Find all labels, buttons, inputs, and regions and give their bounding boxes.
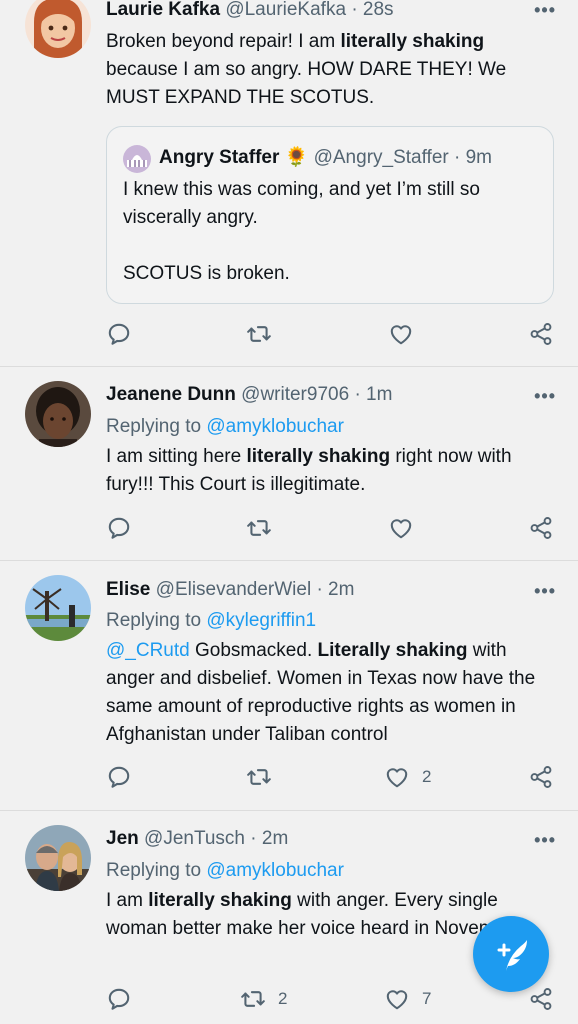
display-name[interactable]: Elise: [106, 579, 150, 600]
more-icon[interactable]: •••: [534, 386, 556, 407]
share-button[interactable]: [528, 763, 554, 791]
display-name[interactable]: Laurie Kafka: [106, 0, 220, 20]
avatar[interactable]: [25, 0, 91, 58]
reply-icon: [106, 986, 132, 1012]
reply-icon: [106, 515, 132, 541]
share-icon: [528, 764, 554, 790]
user-handle[interactable]: @ElisevanderWiel: [156, 579, 312, 600]
heart-icon: [388, 515, 414, 541]
replying-to: Replying to @amyklobuchar: [106, 416, 344, 437]
mention-link[interactable]: @_CRutd: [106, 640, 190, 661]
display-name[interactable]: Jeanene Dunn: [106, 384, 236, 405]
replying-to: Replying to @kylegriffin1: [106, 610, 317, 631]
retweet-icon: [246, 321, 272, 347]
like-button[interactable]: 2: [384, 763, 431, 791]
retweet-count: 2: [278, 989, 288, 1008]
retweet-icon: [240, 986, 266, 1012]
retweet-button[interactable]: [246, 514, 272, 542]
compose-tweet-button[interactable]: [473, 916, 549, 992]
tweet-text: I am sitting here literally shaking righ…: [106, 446, 512, 495]
compose-tweet-icon: [497, 940, 527, 971]
tweet[interactable]: Elise @ElisevanderWiel · 2m ••• Replying…: [0, 561, 578, 809]
like-count: 7: [422, 989, 432, 1008]
reply-button[interactable]: [106, 320, 132, 348]
share-button[interactable]: [528, 514, 554, 542]
tweet[interactable]: Laurie Kafka @LaurieKafka · 28s ••• Brok…: [0, 0, 578, 365]
share-button[interactable]: [528, 320, 554, 348]
more-icon[interactable]: •••: [534, 0, 556, 21]
heart-icon: [388, 321, 414, 347]
replying-to-link[interactable]: @kylegriffin1: [206, 610, 316, 631]
retweet-icon: [246, 515, 272, 541]
replying-to-link[interactable]: @amyklobuchar: [206, 416, 344, 437]
retweet-icon: [246, 764, 272, 790]
share-icon: [528, 321, 554, 347]
tweet-text: @_CRutd Gobsmacked. Literally shaking wi…: [106, 640, 536, 745]
replying-to: Replying to @amyklobuchar: [106, 860, 344, 881]
avatar[interactable]: [25, 825, 91, 891]
timestamp[interactable]: · 28s: [351, 0, 393, 20]
quote-text: I knew this was coming, and yet I’m stil…: [123, 179, 480, 284]
quote-avatar[interactable]: [123, 145, 151, 173]
display-name[interactable]: Jen: [106, 828, 139, 849]
like-button[interactable]: [388, 320, 414, 348]
avatar[interactable]: [25, 381, 91, 447]
quote-display-name[interactable]: Angry Staffer: [159, 147, 279, 168]
tweet[interactable]: Jeanene Dunn @writer9706 · 1m ••• Replyi…: [0, 367, 578, 559]
timestamp[interactable]: · 1m: [354, 384, 392, 405]
avatar[interactable]: [25, 575, 91, 641]
reply-button[interactable]: [106, 514, 132, 542]
retweet-button[interactable]: [246, 320, 272, 348]
like-button[interactable]: 7: [384, 985, 431, 1013]
user-handle[interactable]: @writer9706: [241, 384, 349, 405]
sunflower-icon: 🌻: [284, 147, 309, 168]
heart-icon: [384, 986, 410, 1012]
like-count: 2: [422, 767, 432, 786]
share-icon: [528, 515, 554, 541]
more-icon[interactable]: •••: [534, 830, 556, 851]
reply-button[interactable]: [106, 985, 132, 1013]
quoted-tweet[interactable]: Angry Staffer 🌻 @Angry_Staffer · 9m I kn…: [106, 126, 554, 304]
timestamp[interactable]: · 2m: [250, 828, 288, 849]
retweet-button[interactable]: 2: [240, 985, 287, 1013]
user-handle[interactable]: @JenTusch: [144, 828, 245, 849]
reply-icon: [106, 321, 132, 347]
heart-icon: [384, 764, 410, 790]
reply-icon: [106, 764, 132, 790]
retweet-button[interactable]: [246, 763, 272, 791]
user-handle[interactable]: @LaurieKafka: [225, 0, 346, 20]
reply-button[interactable]: [106, 763, 132, 791]
timestamp[interactable]: · 2m: [316, 579, 354, 600]
quote-user-handle[interactable]: @Angry_Staffer: [314, 147, 449, 168]
like-button[interactable]: [388, 514, 414, 542]
replying-to-link[interactable]: @amyklobuchar: [206, 860, 344, 881]
quote-timestamp[interactable]: · 9m: [454, 147, 492, 168]
more-icon[interactable]: •••: [534, 581, 556, 602]
tweet-text: Broken beyond repair! I am literally sha…: [106, 31, 507, 108]
